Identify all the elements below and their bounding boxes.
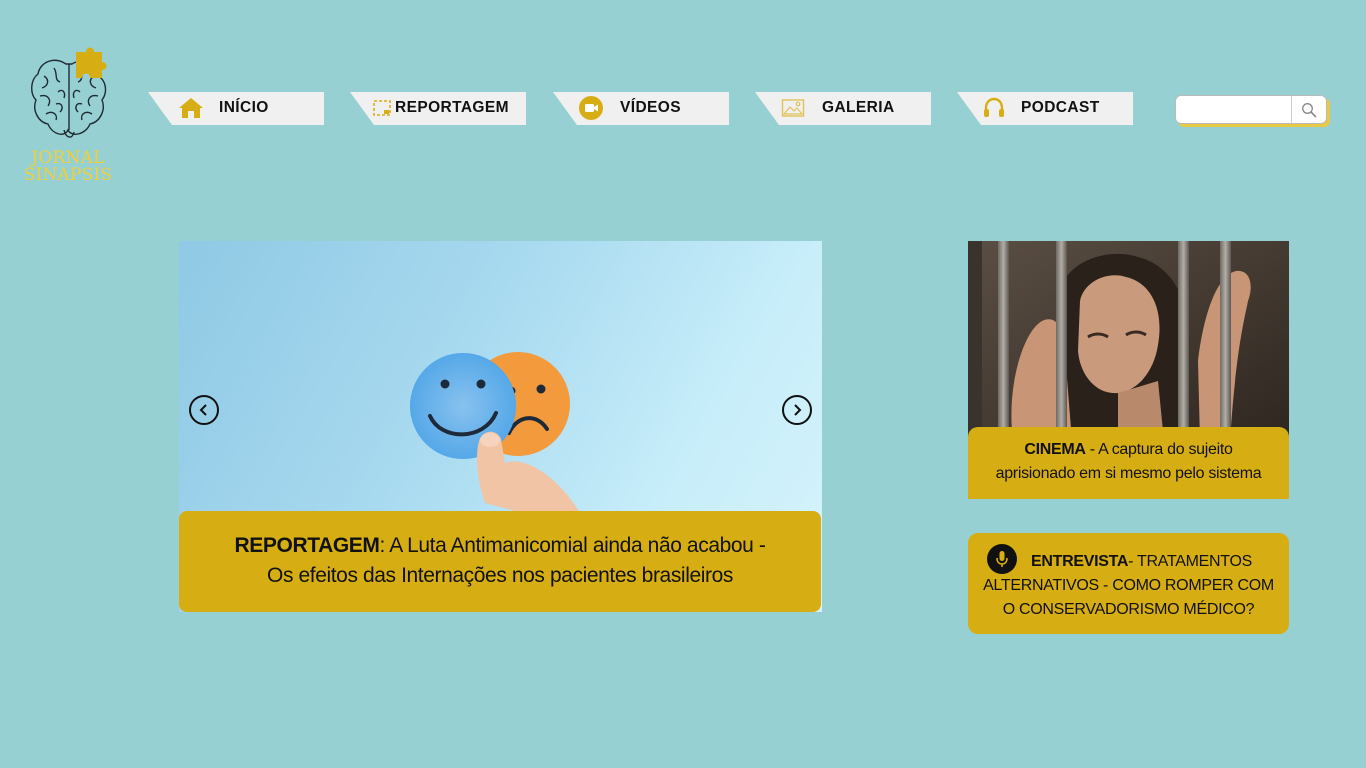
interview-title-line-2: ALTERNATIVOS - COMO ROMPER COM bbox=[983, 577, 1274, 594]
cinema-card[interactable]: CINEMA - A captura do sujeito aprisionad… bbox=[968, 241, 1289, 499]
interview-title-line-3: O CONSERVADORISMO MÉDICO? bbox=[1002, 601, 1255, 618]
next-slide-button[interactable] bbox=[782, 395, 812, 425]
search-icon bbox=[1302, 102, 1317, 118]
cinema-tag: CINEMA bbox=[1024, 441, 1086, 458]
nav-tab-inicio[interactable]: INÍCIO bbox=[148, 92, 324, 125]
home-icon bbox=[178, 95, 204, 121]
video-camera-icon bbox=[578, 95, 604, 121]
search-button[interactable] bbox=[1291, 96, 1326, 123]
nav-label: PODCAST bbox=[1021, 99, 1100, 116]
featured-title-line-2: Os efeitos das Internações nos pacientes… bbox=[267, 564, 733, 587]
nav-tab-videos[interactable]: VÍDEOS bbox=[553, 92, 729, 125]
featured-tag: REPORTAGEM bbox=[234, 534, 380, 557]
search-input[interactable] bbox=[1180, 99, 1292, 121]
interview-card[interactable]: ENTREVISTA- TRATAMENTOS ALTERNATIVOS - C… bbox=[968, 533, 1289, 634]
site-logo[interactable]: JORNAL SINAPSIS bbox=[20, 44, 116, 190]
featured-caption[interactable]: REPORTAGEM: A Luta Antimanicomial ainda … bbox=[179, 511, 821, 612]
chevron-right-icon bbox=[794, 404, 802, 416]
chevron-left-icon bbox=[199, 404, 207, 416]
cinema-title-line-1: - A captura do sujeito bbox=[1085, 441, 1233, 458]
headphones-icon bbox=[981, 95, 1007, 121]
cinema-image bbox=[968, 241, 1289, 441]
nav-label: VÍDEOS bbox=[620, 99, 681, 116]
interview-title-line-1: - TRATAMENTOS bbox=[1128, 553, 1252, 570]
nav-label: GALERIA bbox=[822, 99, 895, 116]
nav-tab-galeria[interactable]: GALERIA bbox=[755, 92, 931, 125]
search-box bbox=[1175, 95, 1327, 124]
newspaper-icon bbox=[369, 95, 395, 121]
nav-label: INÍCIO bbox=[219, 99, 269, 116]
cinema-title-line-2: aprisionado em si mesmo pelo sistema bbox=[995, 465, 1262, 482]
cinema-caption[interactable]: CINEMA - A captura do sujeito aprisionad… bbox=[968, 427, 1289, 499]
featured-title-line-1: : A Luta Antimanicomial ainda não acabou… bbox=[379, 534, 766, 557]
featured-slider[interactable]: REPORTAGEM: A Luta Antimanicomial ainda … bbox=[179, 241, 822, 612]
image-icon bbox=[780, 95, 806, 121]
brain-puzzle-icon bbox=[31, 47, 107, 138]
nav-tab-reportagem[interactable]: REPORTAGEM bbox=[350, 92, 526, 125]
nav-label: REPORTAGEM bbox=[395, 99, 509, 116]
prev-slide-button[interactable] bbox=[189, 395, 219, 425]
microphone-icon bbox=[987, 544, 1017, 574]
interview-tag: ENTREVISTA bbox=[1031, 553, 1129, 570]
logo-line-2: SINAPSIS bbox=[23, 165, 113, 185]
nav-tab-podcast[interactable]: PODCAST bbox=[957, 92, 1133, 125]
